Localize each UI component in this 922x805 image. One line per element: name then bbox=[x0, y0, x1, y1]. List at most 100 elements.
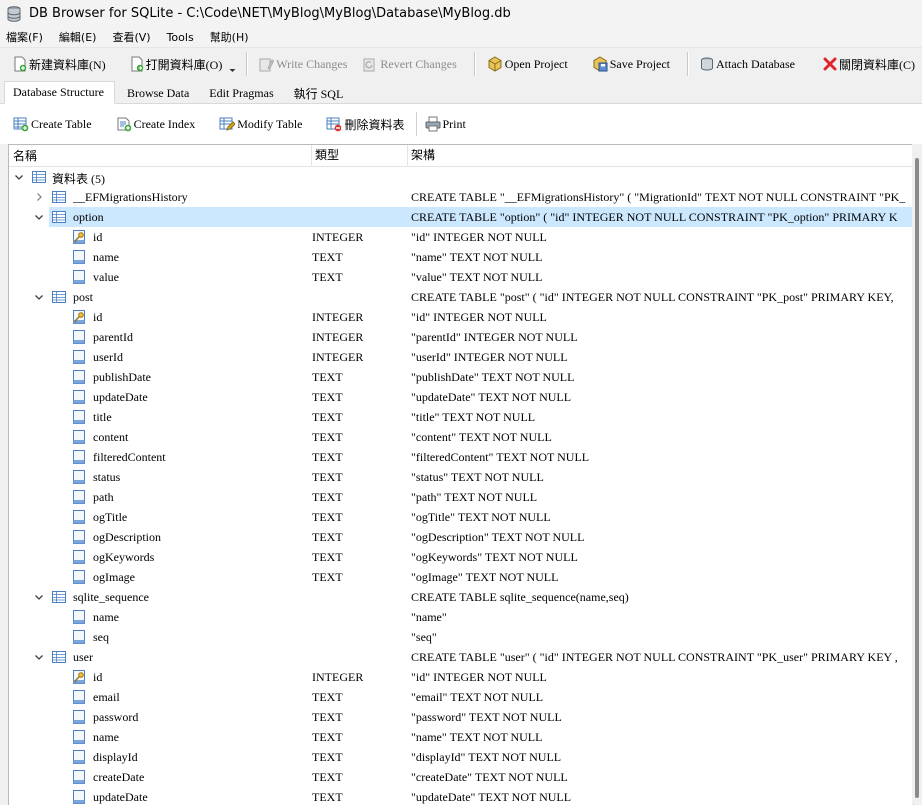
field-icon bbox=[71, 609, 87, 625]
field-row[interactable]: publishDate TEXT "publishDate" TEXT NOT NU… bbox=[9, 367, 913, 387]
chevron-right-icon[interactable] bbox=[33, 191, 45, 203]
write-changes-button[interactable]: Write Changes bbox=[254, 52, 352, 76]
field-row[interactable]: email TEXT "email" TEXT NOT NULL bbox=[9, 687, 913, 707]
table-row[interactable]: sqlite_sequence CREATE TABLE sqlite_seque… bbox=[9, 587, 913, 607]
open-database-button[interactable]: 打開資料庫(O) bbox=[125, 52, 228, 76]
delete-table-icon bbox=[326, 117, 342, 132]
row-type: TEXT bbox=[312, 730, 343, 744]
modify-table-label: Modify Table bbox=[237, 116, 303, 131]
row-name: id bbox=[93, 670, 103, 684]
field-row[interactable]: path TEXT "path" TEXT NOT NULL bbox=[9, 487, 913, 507]
write-changes-label: Write Changes bbox=[276, 56, 348, 71]
scrollbar-thumb[interactable] bbox=[915, 158, 919, 798]
row-schema: "ogImage" TEXT NOT NULL bbox=[411, 570, 559, 584]
table-icon bbox=[51, 649, 67, 665]
field-row[interactable]: userId INTEGER "userId" INTEGER NOT NULL bbox=[9, 347, 913, 367]
menu-edit[interactable]: 編輯(E) bbox=[53, 29, 105, 45]
row-schema: "userId" INTEGER NOT NULL bbox=[411, 350, 568, 364]
vertical-scrollbar[interactable] bbox=[912, 144, 922, 804]
field-row[interactable]: displayId TEXT "displayId" TEXT NOT NULL bbox=[9, 747, 913, 767]
field-row[interactable]: id INTEGER "id" INTEGER NOT NULL bbox=[9, 667, 913, 687]
tab-database-structure[interactable]: Database Structure bbox=[4, 81, 115, 104]
close-database-button[interactable]: 關閉資料庫(C) bbox=[818, 52, 920, 76]
row-schema: CREATE TABLE sqlite_sequence(name,seq) bbox=[411, 590, 629, 604]
row-schema: "email" TEXT NOT NULL bbox=[411, 690, 544, 704]
field-row[interactable]: parentId INTEGER "parentId" INTEGER NOT NU… bbox=[9, 327, 913, 347]
structure-tree[interactable]: 名稱 類型 架構 資料表 (5) __EFMigrationsHistory CRE… bbox=[8, 144, 914, 805]
table-row[interactable]: post CREATE TABLE "post" ( "id" INTEGER N… bbox=[9, 287, 913, 307]
row-type: TEXT bbox=[312, 510, 343, 524]
field-row[interactable]: id INTEGER "id" INTEGER NOT NULL bbox=[9, 227, 913, 247]
modify-table-button[interactable]: Modify Table bbox=[206, 112, 307, 136]
tree-header: 名稱 類型 架構 bbox=[9, 145, 913, 167]
row-type: TEXT bbox=[312, 530, 343, 544]
create-table-button[interactable]: Create Table bbox=[0, 112, 97, 136]
attach-database-button[interactable]: Attach Database bbox=[695, 52, 800, 76]
row-schema: "ogKeywords" TEXT NOT NULL bbox=[411, 550, 578, 564]
table-row[interactable]: __EFMigrationsHistory CREATE TABLE "__EFM… bbox=[9, 187, 913, 207]
chevron-down-icon[interactable] bbox=[33, 211, 45, 223]
chevron-down-icon[interactable] bbox=[33, 291, 45, 303]
menu-view[interactable]: 查看(V) bbox=[106, 29, 158, 45]
tree-group-row[interactable]: 資料表 (5) bbox=[9, 167, 913, 187]
table-row[interactable]: option CREATE TABLE "option" ( "id" INTEG… bbox=[9, 207, 913, 227]
row-name: password bbox=[93, 710, 139, 724]
field-row[interactable]: name "name" bbox=[9, 607, 913, 627]
row-type: TEXT bbox=[312, 390, 343, 404]
field-row[interactable]: title TEXT "title" TEXT NOT NULL bbox=[9, 407, 913, 427]
open-database-dropdown-icon[interactable] bbox=[229, 63, 236, 75]
menu-tools[interactable]: Tools bbox=[161, 31, 202, 44]
table-row[interactable]: user CREATE TABLE "user" ( "id" INTEGER N… bbox=[9, 647, 913, 667]
field-row[interactable]: seq "seq" bbox=[9, 627, 913, 647]
field-row[interactable]: ogImage TEXT "ogImage" TEXT NOT NULL bbox=[9, 567, 913, 587]
column-header-type[interactable]: 類型 bbox=[311, 145, 339, 166]
print-label: Print bbox=[442, 116, 466, 131]
tab-edit-pragmas[interactable]: Edit Pragmas bbox=[201, 83, 281, 103]
key-field-icon bbox=[71, 309, 87, 325]
field-row[interactable]: ogTitle TEXT "ogTitle" TEXT NOT NULL bbox=[9, 507, 913, 527]
chevron-down-icon[interactable] bbox=[13, 171, 25, 183]
menu-help[interactable]: 幫助(H) bbox=[204, 29, 257, 45]
row-name: parentId bbox=[93, 330, 133, 344]
tab-execute-sql[interactable]: 執行 SQL bbox=[286, 83, 352, 103]
field-icon bbox=[71, 449, 87, 465]
open-project-button[interactable]: Open Project bbox=[482, 52, 573, 76]
row-schema: "status" TEXT NOT NULL bbox=[411, 470, 544, 484]
close-database-label: 關閉資料庫(C) bbox=[838, 57, 915, 72]
field-row[interactable]: ogDescription TEXT "ogDescription" TEXT NO… bbox=[9, 527, 913, 547]
field-row[interactable]: password TEXT "password" TEXT NOT NULL bbox=[9, 707, 913, 727]
chevron-down-icon[interactable] bbox=[33, 651, 45, 663]
key-field-icon bbox=[71, 229, 87, 245]
tab-browse-data[interactable]: Browse Data bbox=[119, 83, 197, 103]
field-row[interactable]: name TEXT "name" TEXT NOT NULL bbox=[9, 247, 913, 267]
column-header-schema[interactable]: 架構 bbox=[407, 145, 435, 166]
new-database-label: 新建資料庫(N) bbox=[29, 57, 106, 72]
save-project-icon bbox=[593, 56, 608, 72]
field-row[interactable]: updateDate TEXT "updateDate" TEXT NOT NULL bbox=[9, 787, 913, 805]
save-project-button[interactable]: Save Project bbox=[587, 52, 675, 76]
delete-table-button[interactable]: 刪除資料表 bbox=[313, 112, 409, 136]
create-index-button[interactable]: Create Index bbox=[103, 112, 201, 136]
field-row[interactable]: createDate TEXT "createDate" TEXT NOT NULL bbox=[9, 767, 913, 787]
field-row[interactable]: id INTEGER "id" INTEGER NOT NULL bbox=[9, 307, 913, 327]
column-header-name[interactable]: 名稱 bbox=[13, 147, 37, 164]
row-type: TEXT bbox=[312, 270, 343, 284]
row-schema: "createDate" TEXT NOT NULL bbox=[411, 770, 568, 784]
revert-changes-button[interactable]: Revert Changes bbox=[358, 52, 461, 76]
field-row[interactable]: filteredContent TEXT "filteredContent" TEX… bbox=[9, 447, 913, 467]
field-row[interactable]: status TEXT "status" TEXT NOT NULL bbox=[9, 467, 913, 487]
toolbar-separator bbox=[246, 52, 249, 76]
field-row[interactable]: name TEXT "name" TEXT NOT NULL bbox=[9, 727, 913, 747]
field-row[interactable]: content TEXT "content" TEXT NOT NULL bbox=[9, 427, 913, 447]
field-row[interactable]: value TEXT "value" TEXT NOT NULL bbox=[9, 267, 913, 287]
new-database-button[interactable]: 新建資料庫(N) bbox=[8, 52, 111, 76]
field-icon bbox=[71, 789, 87, 805]
menu-file[interactable]: 檔案(F) bbox=[0, 29, 51, 45]
print-button[interactable]: Print bbox=[419, 112, 471, 136]
field-icon bbox=[71, 769, 87, 785]
field-row[interactable]: ogKeywords TEXT "ogKeywords" TEXT NOT NULL bbox=[9, 547, 913, 567]
row-name: path bbox=[93, 490, 114, 504]
row-schema: CREATE TABLE "user" ( "id" INTEGER NOT N… bbox=[411, 650, 898, 664]
field-row[interactable]: updateDate TEXT "updateDate" TEXT NOT NULL bbox=[9, 387, 913, 407]
chevron-down-icon[interactable] bbox=[33, 591, 45, 603]
